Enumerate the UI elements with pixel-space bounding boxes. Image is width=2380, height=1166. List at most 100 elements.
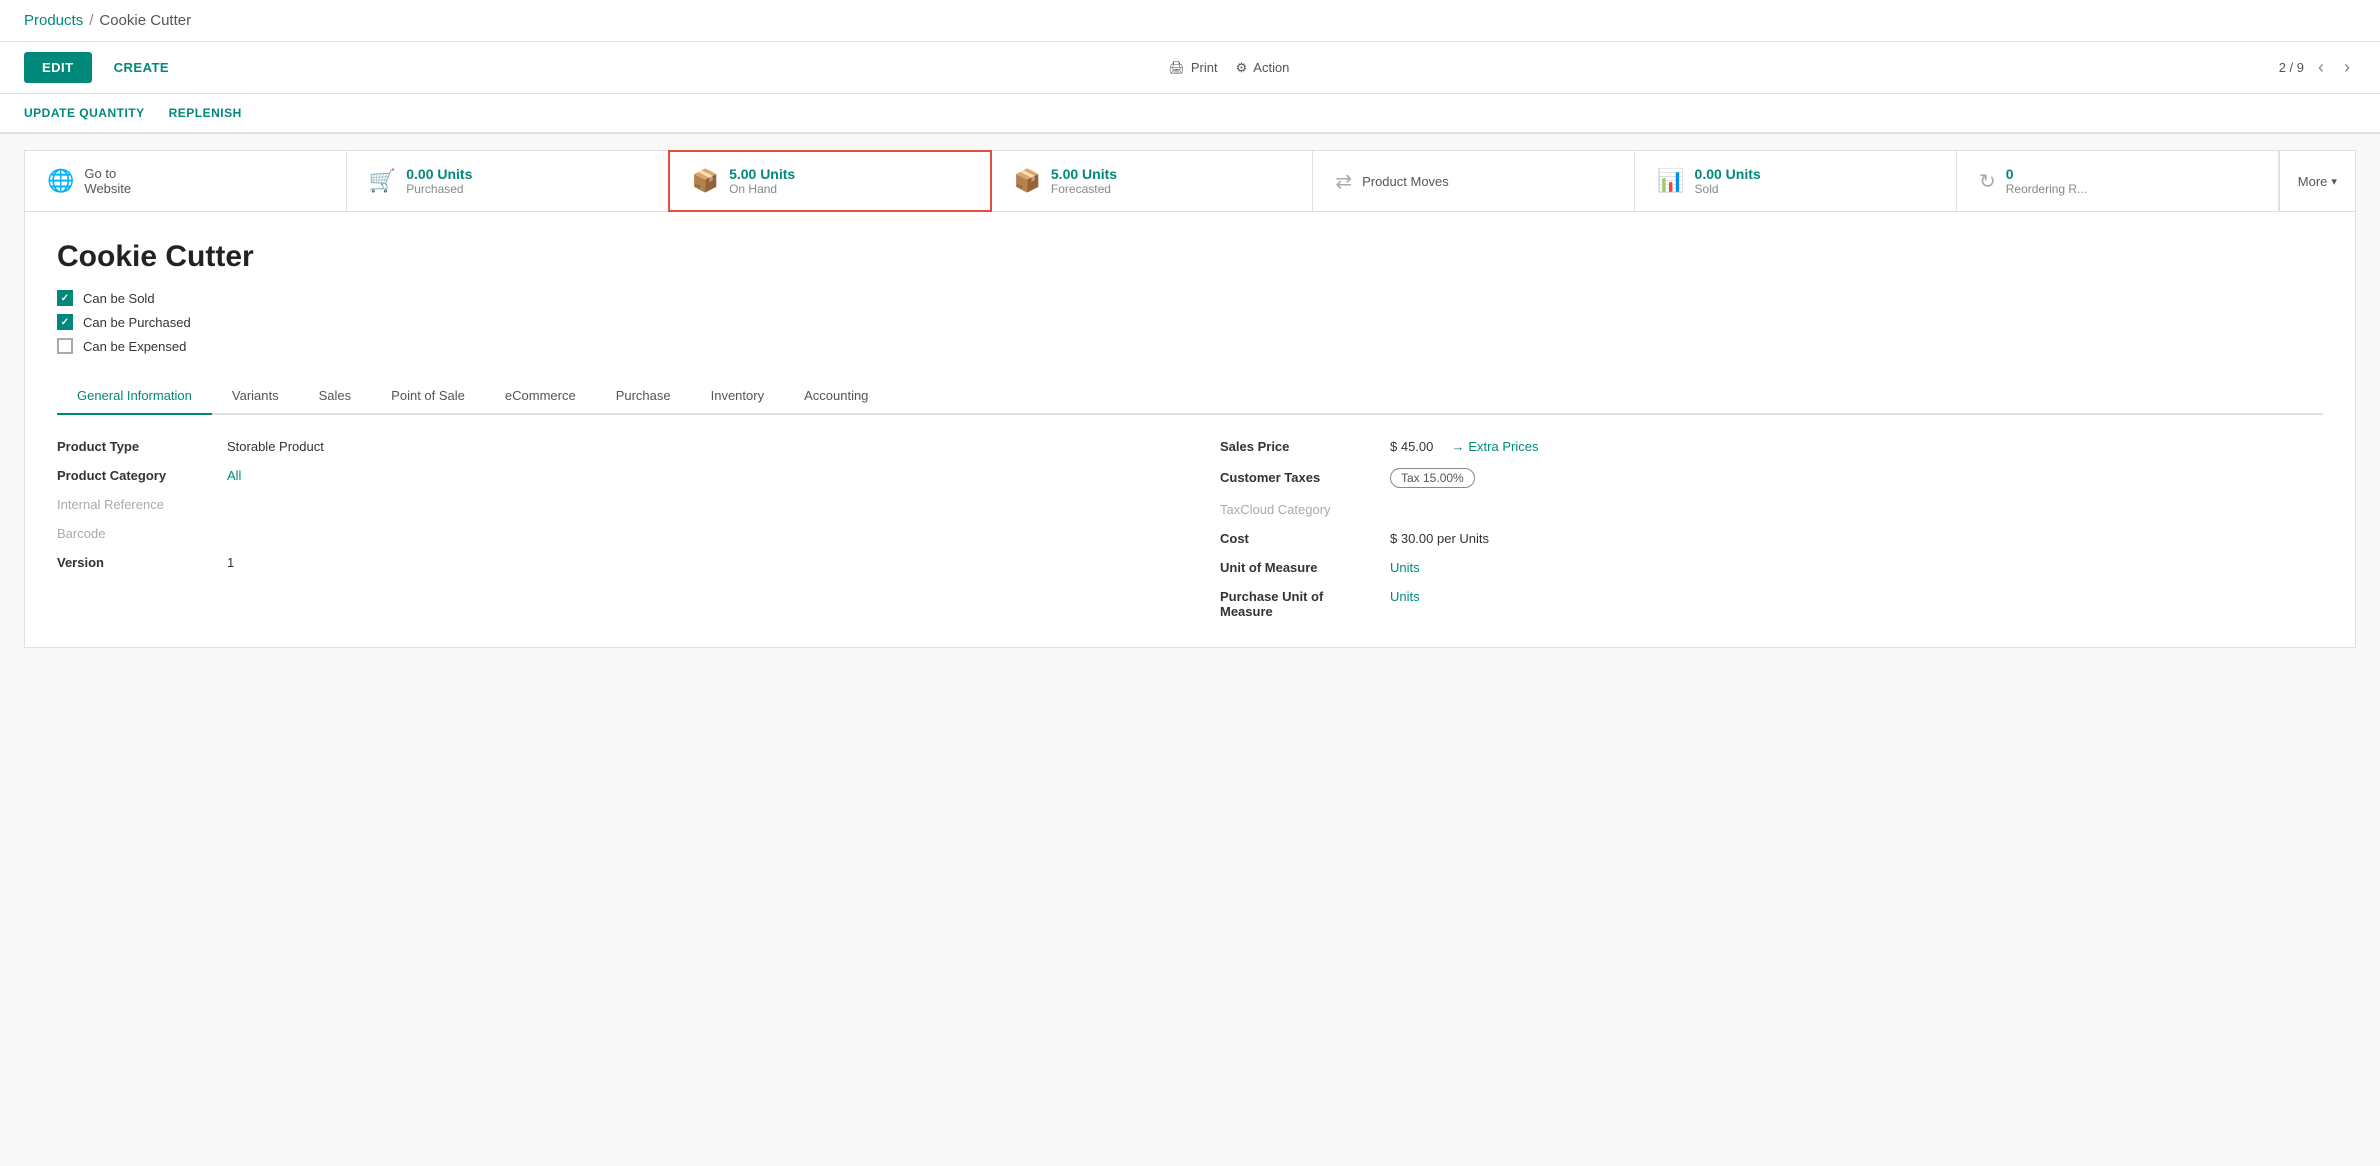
tab-point-of-sale[interactable]: Point of Sale: [371, 378, 485, 415]
barcode-row: Barcode: [57, 526, 1160, 541]
product-type-value: Storable Product: [227, 439, 324, 454]
arrow-right-icon: →: [1451, 439, 1464, 454]
toolbar-center: Print Action: [1168, 60, 1289, 76]
next-button[interactable]: ›: [2338, 55, 2356, 80]
can-be-expensed-label: Can be Expensed: [83, 339, 186, 354]
stat-more[interactable]: More ▾: [2279, 151, 2355, 211]
toolbar: EDIT CREATE Print Action 2 / 9 ‹ ›: [0, 42, 2380, 94]
stat-reordering-label: Reordering R...: [2006, 182, 2087, 196]
breadcrumb-current: Cookie Cutter: [99, 12, 191, 29]
tab-general-information[interactable]: General Information: [57, 378, 212, 415]
stat-reordering-value: 0: [2006, 166, 2087, 182]
tab-variants[interactable]: Variants: [212, 378, 299, 415]
product-type-label: Product Type: [57, 439, 217, 454]
version-value: 1: [227, 555, 234, 570]
stat-website-label: Go toWebsite: [84, 166, 131, 196]
edit-button[interactable]: EDIT: [24, 52, 92, 83]
stats-bar: 🌐 Go toWebsite 🛒 0.00 Units Purchased 📦 …: [24, 150, 2356, 212]
cost-label: Cost: [1220, 531, 1380, 546]
purchase-unit-label: Purchase Unit ofMeasure: [1220, 589, 1380, 619]
stat-forecasted-value: 5.00 Units: [1051, 166, 1117, 182]
unit-of-measure-row: Unit of Measure Units: [1220, 560, 2323, 575]
globe-icon: 🌐: [47, 168, 74, 194]
more-label: More: [2298, 174, 2328, 189]
chart-icon: 📊: [1657, 168, 1684, 194]
taxcloud-label: TaxCloud Category: [1220, 502, 1380, 517]
sales-price-value: $ 45.00: [1390, 439, 1433, 454]
tax-badge[interactable]: Tax 15.00%: [1390, 468, 1475, 488]
sales-price-label: Sales Price: [1220, 439, 1380, 454]
boxes-icon: 📦: [692, 168, 719, 194]
product-type-row: Product Type Storable Product: [57, 439, 1160, 454]
internal-reference-row: Internal Reference: [57, 497, 1160, 512]
product-category-value[interactable]: All: [227, 468, 241, 483]
create-button[interactable]: CREATE: [104, 52, 179, 83]
breadcrumb: Products / Cookie Cutter: [0, 0, 2380, 42]
stat-sold-value: 0.00 Units: [1695, 166, 1761, 182]
pagination-label: 2 / 9: [2279, 60, 2304, 75]
extra-prices-label: Extra Prices: [1468, 439, 1538, 454]
can-be-purchased-label: Can be Purchased: [83, 315, 191, 330]
cart-icon: 🛒: [369, 168, 396, 194]
product-category-row: Product Category All: [57, 468, 1160, 483]
stat-product-moves[interactable]: ⇄ Product Moves: [1313, 151, 1635, 211]
product-category-label: Product Category: [57, 468, 217, 483]
stat-website[interactable]: 🌐 Go toWebsite: [25, 151, 347, 211]
toolbar-left: EDIT CREATE: [24, 52, 179, 83]
stat-on-hand[interactable]: 📦 5.00 Units On Hand: [668, 150, 993, 212]
stat-product-moves-label: Product Moves: [1362, 174, 1449, 189]
replenish-button[interactable]: REPLENISH: [169, 102, 242, 124]
can-be-purchased-row[interactable]: Can be Purchased: [57, 314, 2323, 330]
form-grid: Product Type Storable Product Product Ca…: [57, 439, 2323, 619]
form-left: Product Type Storable Product Product Ca…: [57, 439, 1160, 619]
can-be-sold-row[interactable]: Can be Sold: [57, 290, 2323, 306]
toolbar-right: 2 / 9 ‹ ›: [2279, 55, 2356, 80]
transfer-icon: ⇄: [1335, 169, 1352, 194]
gear-icon: [1236, 60, 1248, 76]
form-right: Sales Price $ 45.00 → Extra Prices Custo…: [1220, 439, 2323, 619]
can-be-sold-checkbox[interactable]: [57, 290, 73, 306]
stat-purchased-value: 0.00 Units: [406, 166, 472, 182]
tab-sales[interactable]: Sales: [299, 378, 372, 415]
tab-ecommerce[interactable]: eCommerce: [485, 378, 596, 415]
action-action[interactable]: Action: [1236, 60, 1290, 76]
barcode-label: Barcode: [57, 526, 217, 541]
can-be-expensed-checkbox[interactable]: [57, 338, 73, 354]
cost-row: Cost $ 30.00 per Units: [1220, 531, 2323, 546]
unit-of-measure-value[interactable]: Units: [1390, 560, 1420, 575]
stat-purchased[interactable]: 🛒 0.00 Units Purchased: [347, 151, 669, 211]
tab-purchase[interactable]: Purchase: [596, 378, 691, 415]
purchase-unit-value[interactable]: Units: [1390, 589, 1420, 604]
stat-sold[interactable]: 📊 0.00 Units Sold: [1635, 151, 1957, 211]
version-label: Version: [57, 555, 217, 570]
stat-purchased-label: Purchased: [406, 182, 472, 196]
stat-on-hand-value: 5.00 Units: [729, 166, 795, 182]
breadcrumb-parent[interactable]: Products: [24, 12, 83, 29]
can-be-expensed-row[interactable]: Can be Expensed: [57, 338, 2323, 354]
action-bar: UPDATE QUANTITY REPLENISH: [0, 94, 2380, 134]
tab-accounting[interactable]: Accounting: [784, 378, 888, 415]
main-content: Cookie Cutter Can be Sold Can be Purchas…: [24, 212, 2356, 648]
prev-button[interactable]: ‹: [2312, 55, 2330, 80]
internal-reference-label: Internal Reference: [57, 497, 217, 512]
print-action[interactable]: Print: [1168, 60, 1217, 76]
customer-taxes-label: Customer Taxes: [1220, 470, 1380, 485]
checkboxes: Can be Sold Can be Purchased Can be Expe…: [57, 290, 2323, 354]
action-label: Action: [1253, 60, 1289, 75]
extra-prices-link[interactable]: → Extra Prices: [1451, 439, 1538, 454]
print-icon: [1168, 60, 1185, 76]
can-be-sold-label: Can be Sold: [83, 291, 155, 306]
tab-inventory[interactable]: Inventory: [691, 378, 784, 415]
stat-forecasted-label: Forecasted: [1051, 182, 1117, 196]
breadcrumb-separator: /: [89, 12, 93, 29]
stat-forecasted[interactable]: 📦 5.00 Units Forecasted: [991, 151, 1313, 211]
stat-sold-label: Sold: [1695, 182, 1761, 196]
stat-reordering[interactable]: ↻ 0 Reordering R...: [1957, 151, 2279, 211]
can-be-purchased-checkbox[interactable]: [57, 314, 73, 330]
refresh-icon: ↻: [1979, 169, 1996, 194]
customer-taxes-row: Customer Taxes Tax 15.00%: [1220, 468, 2323, 488]
tabs: General Information Variants Sales Point…: [57, 378, 2323, 415]
update-quantity-button[interactable]: UPDATE QUANTITY: [24, 102, 145, 124]
sales-price-row: Sales Price $ 45.00 → Extra Prices: [1220, 439, 2323, 454]
purchase-unit-row: Purchase Unit ofMeasure Units: [1220, 589, 2323, 619]
